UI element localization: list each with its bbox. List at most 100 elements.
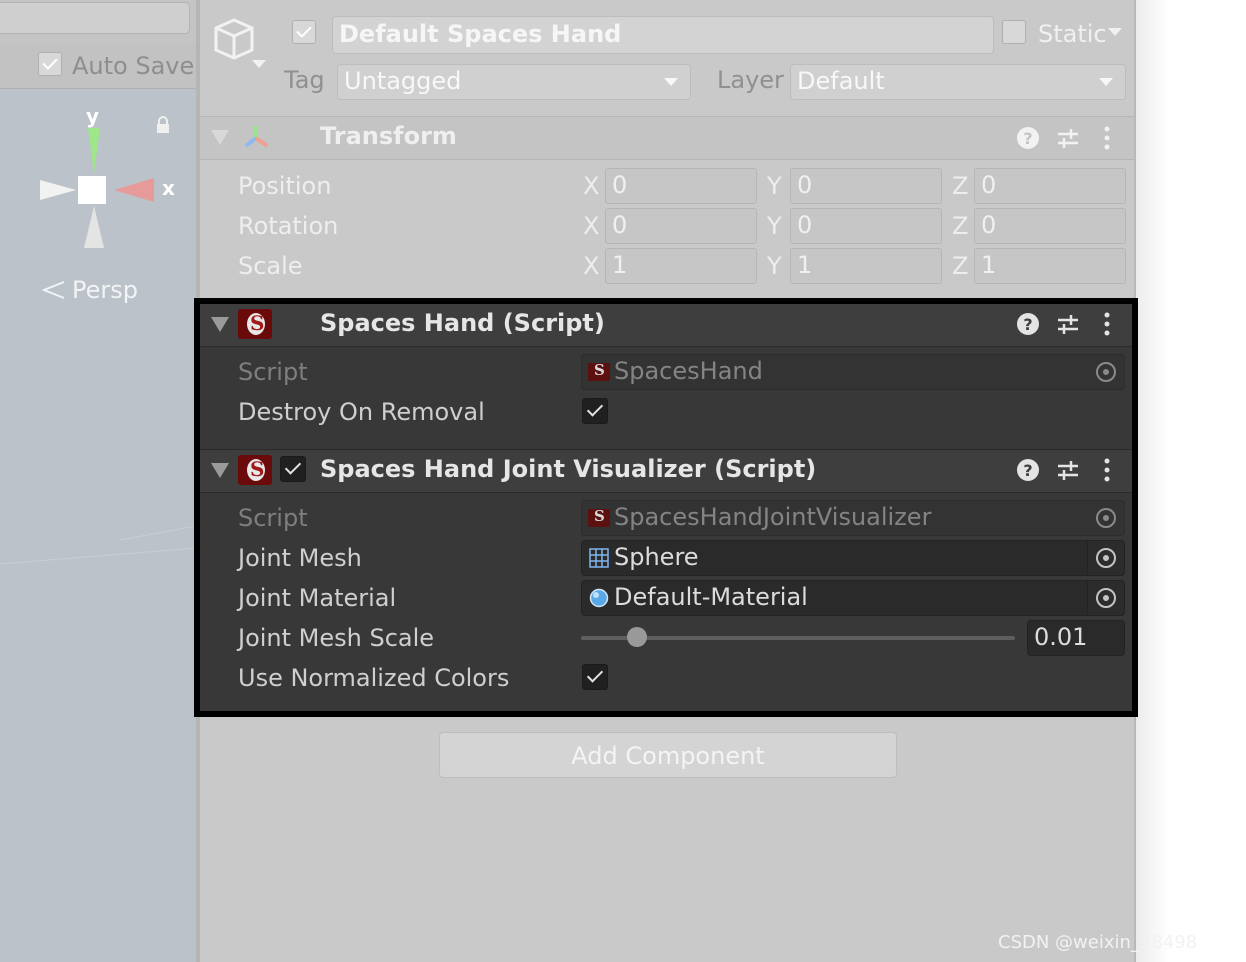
gizmo-neg-x-cone[interactable] (40, 180, 76, 200)
transform-foldout-icon[interactable] (211, 130, 229, 145)
help-icon[interactable]: ? (1016, 312, 1040, 336)
scale-x-axis-label[interactable]: X (583, 252, 599, 280)
spaces-hand-foldout-icon[interactable] (211, 317, 229, 332)
rotation-x-value: 0 (612, 211, 628, 239)
scale-z-axis-label[interactable]: Z (952, 252, 968, 280)
joint-visualizer-enabled-checkbox[interactable] (280, 456, 306, 482)
object-picker-button[interactable] (1087, 541, 1124, 575)
use-normalized-colors-label: Use Normalized Colors (238, 664, 510, 692)
position-z-axis-label[interactable]: Z (952, 172, 968, 200)
gameobject-name-field[interactable]: Default Spaces Hand (332, 16, 994, 54)
joint-mesh-scale-input[interactable]: 0.01 (1027, 620, 1125, 656)
joint-mesh-field[interactable]: Sphere (581, 540, 1125, 576)
scale-x-value: 1 (612, 251, 628, 279)
rotation-z-value: 0 (981, 211, 997, 239)
joint-visualizer-script-value: SpacesHandJointVisualizer (614, 503, 932, 531)
presets-sliders-icon[interactable] (1056, 126, 1080, 150)
joint-visualizer-foldout-icon[interactable] (211, 463, 229, 478)
joint-mesh-value: Sphere (614, 543, 699, 571)
transform-axes-icon (244, 126, 269, 148)
object-picker-button[interactable] (1087, 581, 1124, 615)
tag-label: Tag (284, 66, 325, 94)
spaces-hand-script-value: SpacesHand (614, 357, 763, 385)
static-label[interactable]: Static (1038, 20, 1107, 48)
scale-y-field[interactable]: 1 (790, 248, 942, 284)
position-x-field[interactable]: 0 (605, 168, 757, 204)
scale-x-field[interactable]: 1 (605, 248, 757, 284)
scale-y-axis-label[interactable]: Y (767, 252, 782, 280)
spaces-hand-title: Spaces Hand (Script) (320, 309, 605, 337)
watermark-text: CSDN @weixin_38498 (998, 932, 1198, 953)
position-y-field[interactable]: 0 (790, 168, 942, 204)
rotation-x-field[interactable]: 0 (605, 208, 757, 244)
layer-dropdown[interactable]: Default (790, 64, 1126, 100)
gameobject-name-text: Default Spaces Hand (339, 20, 622, 48)
gizmo-neg-y-cone[interactable] (84, 206, 104, 248)
spaces-hand-script-field[interactable]: SpacesHand (581, 354, 1125, 390)
scene-grid-lines (0, 525, 196, 565)
target-icon (1096, 588, 1116, 608)
scene-view-panel[interactable]: Auto Save y x Persp (0, 0, 196, 962)
rotation-x-axis-label[interactable]: X (583, 212, 599, 240)
layer-label: Layer (717, 66, 784, 94)
joint-visualizer-script-field[interactable]: SpacesHandJointVisualizer (581, 500, 1125, 536)
rotation-y-field[interactable]: 0 (790, 208, 942, 244)
auto-save-checkbox[interactable] (38, 52, 62, 76)
destroy-on-removal-label: Destroy On Removal (238, 398, 485, 426)
position-x-axis-label[interactable]: X (583, 172, 599, 200)
destroy-on-removal-checkbox[interactable] (582, 398, 608, 424)
rotation-y-axis-label[interactable]: Y (767, 212, 782, 240)
position-z-field[interactable]: 0 (974, 168, 1126, 204)
gizmo-x-cone[interactable] (114, 178, 154, 202)
svg-text:?: ? (1023, 461, 1032, 480)
auto-save-label: Auto Save (72, 52, 195, 80)
help-icon[interactable]: ? (1016, 126, 1040, 150)
gameobject-cube-icon[interactable] (212, 16, 268, 72)
joint-mesh-label: Joint Mesh (238, 544, 362, 572)
spaces-script-icon (238, 309, 272, 339)
right-blank-area (1136, 0, 1246, 962)
script-asset-icon (588, 507, 610, 527)
script-asset-icon (588, 361, 610, 381)
help-icon[interactable]: ? (1016, 458, 1040, 482)
scale-z-field[interactable]: 1 (974, 248, 1126, 284)
joint-material-label: Joint Material (238, 584, 397, 612)
position-x-value: 0 (612, 171, 628, 199)
spaces-script-icon (238, 455, 272, 485)
object-picker-button[interactable] (1088, 355, 1124, 389)
add-component-button[interactable]: Add Component (439, 732, 897, 778)
rotation-z-field[interactable]: 0 (974, 208, 1126, 244)
position-y-value: 0 (797, 171, 813, 199)
static-dropdown-arrow-icon[interactable] (1108, 28, 1122, 36)
static-checkbox[interactable] (1002, 20, 1026, 44)
use-normalized-colors-checkbox[interactable] (582, 664, 608, 690)
joint-mesh-scale-slider-thumb[interactable] (627, 627, 647, 647)
presets-sliders-icon[interactable] (1056, 312, 1080, 336)
gizmo-center-cube[interactable] (78, 176, 106, 204)
layer-dropdown-value: Default (797, 67, 885, 95)
transform-title: Transform (320, 122, 457, 150)
position-y-axis-label[interactable]: Y (767, 172, 782, 200)
joint-mesh-scale-value: 0.01 (1034, 623, 1088, 651)
gameobject-active-checkbox[interactable] (292, 20, 316, 44)
rotation-z-axis-label[interactable]: Z (952, 212, 968, 240)
chevron-down-icon (664, 78, 678, 86)
persp-chevron-icon (42, 281, 65, 299)
kebab-menu-icon[interactable] (1100, 126, 1114, 150)
tag-dropdown[interactable]: Untagged (337, 64, 691, 100)
scene-search-field[interactable] (0, 2, 190, 34)
lock-icon[interactable] (156, 116, 170, 134)
chevron-down-icon (1099, 78, 1113, 86)
kebab-menu-icon[interactable] (1100, 458, 1114, 482)
joint-visualizer-script-label: Script (238, 504, 308, 532)
joint-material-field[interactable]: Default-Material (581, 580, 1125, 616)
object-picker-button[interactable] (1088, 501, 1124, 535)
material-sphere-icon (589, 588, 609, 608)
kebab-menu-icon[interactable] (1100, 312, 1114, 336)
mesh-grid-icon (589, 548, 609, 568)
persp-label[interactable]: Persp (72, 276, 138, 304)
gizmo-y-label: y (86, 104, 100, 128)
tag-dropdown-value: Untagged (344, 67, 462, 95)
presets-sliders-icon[interactable] (1056, 458, 1080, 482)
spaces-hand-script-label: Script (238, 358, 308, 386)
